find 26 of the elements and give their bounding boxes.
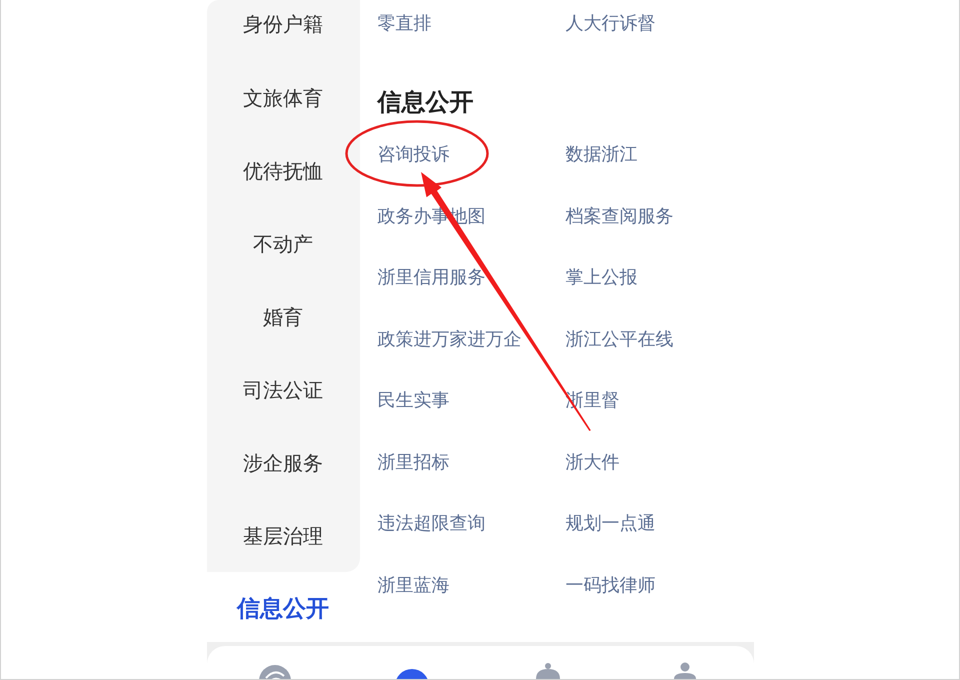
service-link[interactable]: 浙江公平在线	[566, 328, 674, 352]
service-link[interactable]: 浙大件	[566, 450, 620, 474]
service-link[interactable]: 政策进万家进万企	[378, 328, 522, 352]
emblem-icon[interactable]	[258, 662, 292, 679]
service-link[interactable]: 一码找律师	[566, 574, 656, 598]
service-link[interactable]: 浙里蓝海	[378, 574, 450, 598]
service-link[interactable]: 咨询投诉	[378, 143, 450, 167]
sidebar-item[interactable]: 优待抚恤	[206, 134, 360, 207]
service-link[interactable]: 浙里招标	[378, 450, 450, 474]
service-link[interactable]: 数据浙江	[566, 143, 638, 167]
service-link[interactable]: 规划一点通	[566, 512, 656, 536]
sidebar-item[interactable]: 涉企服务	[206, 426, 360, 499]
sidebar-item[interactable]: 文旅体育	[206, 61, 360, 134]
sidebar-item[interactable]: 婚育	[206, 280, 360, 353]
sidebar-item[interactable]: 身份户籍	[206, 0, 360, 61]
section-heading: 信息公开	[378, 87, 474, 118]
sidebar-item[interactable]: 不动产	[206, 207, 360, 280]
sidebar-item[interactable]: 司法公证	[206, 353, 360, 426]
service-link[interactable]: 民生实事	[378, 389, 450, 413]
service-link[interactable]: 掌上公报	[566, 266, 638, 290]
service-link[interactable]: 零直排	[378, 12, 432, 36]
sidebar-item[interactable]: 基层治理	[206, 499, 360, 572]
service-link[interactable]: 档案查阅服务	[566, 204, 674, 228]
service-link[interactable]: 浙里信用服务	[378, 266, 486, 290]
service-link[interactable]: 人大行诉督	[566, 12, 656, 36]
service-link[interactable]: 违法超限查询	[378, 512, 486, 536]
